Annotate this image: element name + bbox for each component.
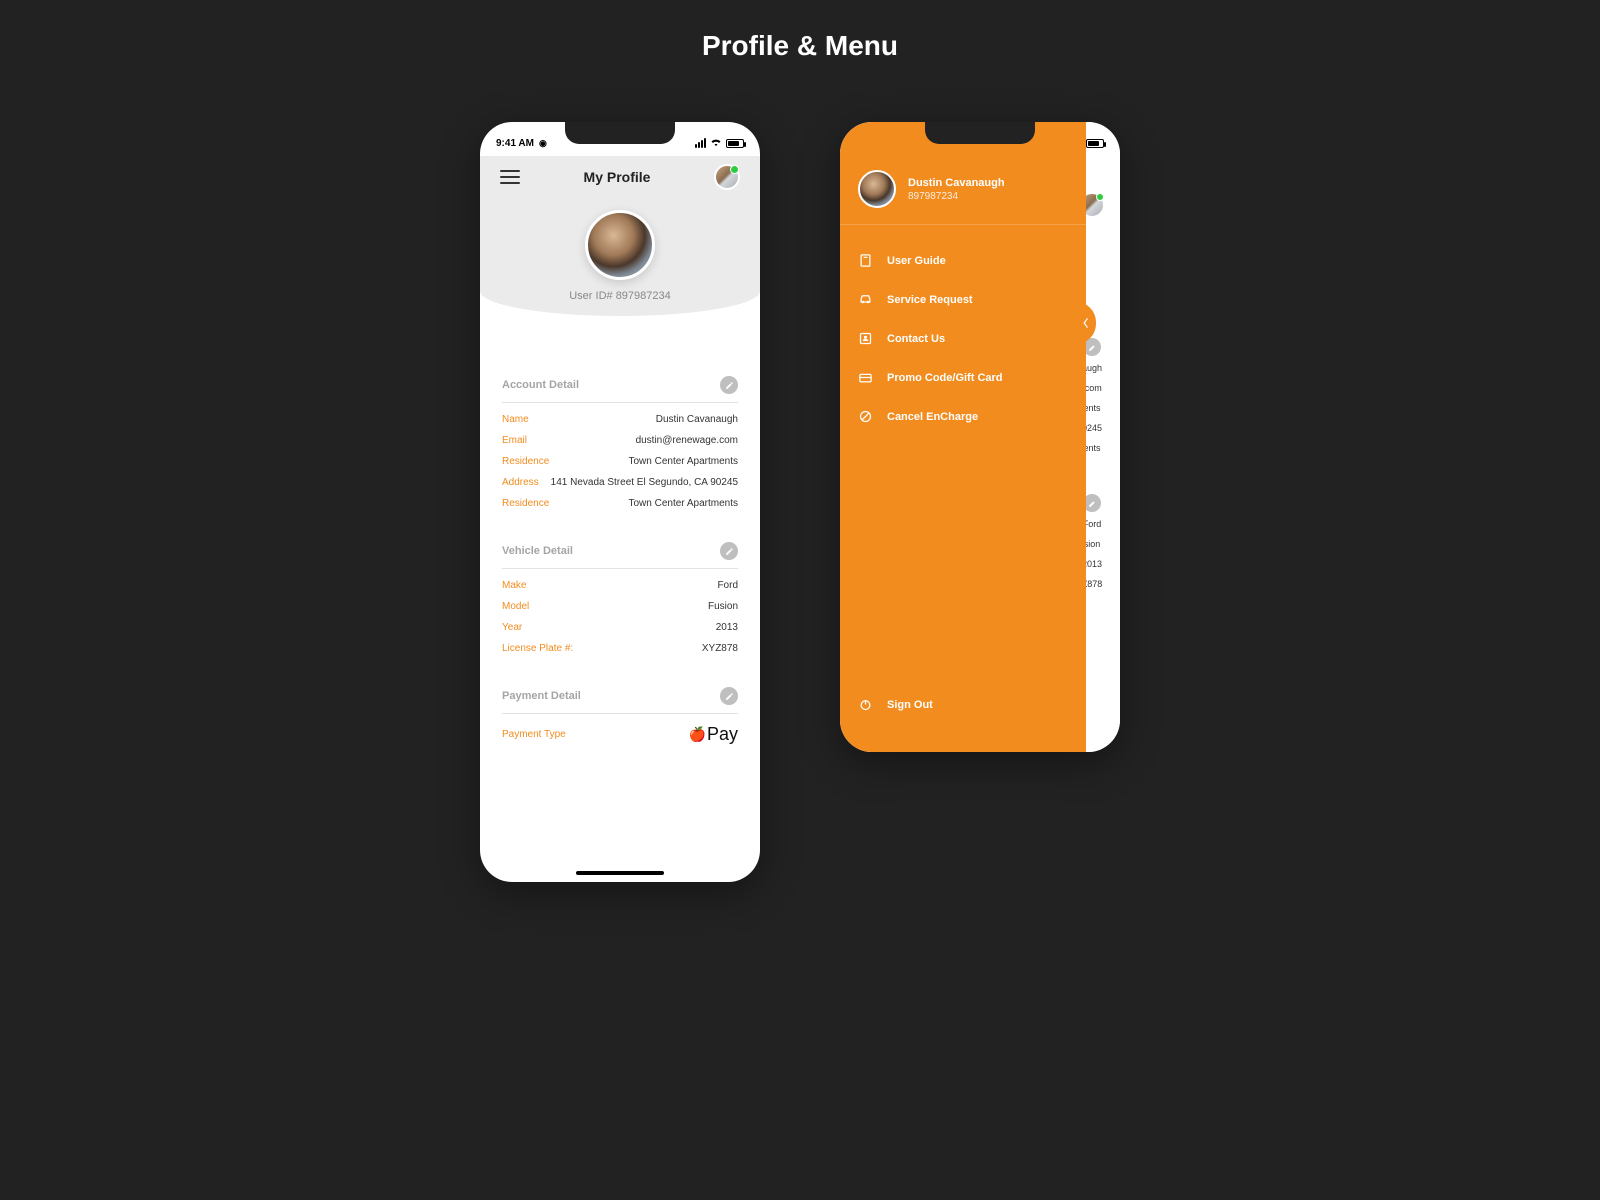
account-section: Account Detail NameDustin Cavanaugh Emai… [502, 370, 738, 532]
edit-vehicle-button[interactable] [720, 542, 738, 560]
detail-row: ModelFusion [502, 596, 738, 617]
detail-row: Emaildustin@renewage.com [502, 430, 738, 451]
menu-item-contact-us[interactable]: Contact Us [840, 319, 1086, 358]
payment-section: Payment Detail Payment Type 🍎Pay [502, 681, 738, 755]
apple-pay-logo: 🍎Pay [689, 724, 738, 745]
menu-item-label: Cancel EnCharge [887, 411, 978, 423]
menu-item-sign-out[interactable]: Sign Out [840, 687, 1086, 722]
apple-icon: 🍎 [689, 726, 706, 743]
detail-row: ResidenceTown Center Apartments [502, 451, 738, 472]
contact-icon [858, 331, 873, 346]
avatar-small[interactable] [714, 164, 740, 190]
menu-item-cancel[interactable]: Cancel EnCharge [840, 397, 1086, 436]
battery-icon [1086, 139, 1104, 148]
phones-row: 9:41 AM ◉ My Profile User ID# 897987234 [480, 122, 1120, 882]
menu-button[interactable] [500, 170, 520, 184]
menu-item-promo-code[interactable]: Promo Code/Gift Card [840, 358, 1086, 397]
profile-title: My Profile [584, 169, 651, 185]
gift-card-icon [858, 370, 873, 385]
power-icon [858, 697, 873, 712]
book-icon [858, 253, 873, 268]
menu-item-service-request[interactable]: Service Request [840, 280, 1086, 319]
battery-icon [726, 139, 744, 148]
account-title: Account Detail [502, 379, 579, 391]
avatar [858, 170, 896, 208]
profile-header: My Profile User ID# 897987234 [480, 156, 760, 356]
detail-row: Address141 Nevada Street El Segundo, CA … [502, 472, 738, 493]
peek-text: ents [1083, 440, 1100, 456]
vehicle-section: Vehicle Detail MakeFord ModelFusion Year… [502, 536, 738, 677]
menu-item-label: Contact Us [887, 333, 945, 345]
detail-row: ResidenceTown Center Apartments [502, 493, 738, 514]
menu-user-name: Dustin Cavanaugh [908, 177, 1005, 189]
peek-text: sion [1084, 536, 1101, 552]
detail-row: NameDustin Cavanaugh [502, 409, 738, 430]
detail-row: Year2013 [502, 617, 738, 638]
status-time: 9:41 AM [496, 138, 534, 149]
menu-item-user-guide[interactable]: User Guide [840, 241, 1086, 280]
sign-out-label: Sign Out [887, 699, 933, 711]
phone-profile: 9:41 AM ◉ My Profile User ID# 897987234 [480, 122, 760, 882]
car-icon [858, 292, 873, 307]
home-indicator[interactable] [576, 871, 664, 875]
edit-payment-button[interactable] [720, 687, 738, 705]
menu-user[interactable]: Dustin Cavanaugh 897987234 [840, 140, 1086, 225]
menu-user-id: 897987234 [908, 191, 1005, 202]
vehicle-rows: MakeFord ModelFusion Year2013 License Pl… [502, 569, 738, 677]
cancel-icon [858, 409, 873, 424]
payment-title: Payment Detail [502, 690, 581, 702]
detail-row: MakeFord [502, 575, 738, 596]
payment-type-label: Payment Type [502, 729, 566, 740]
bear-icon: ◉ [539, 138, 547, 149]
signal-icon [695, 138, 706, 148]
account-rows: NameDustin Cavanaugh Emaildustin@renewag… [502, 403, 738, 532]
vehicle-title: Vehicle Detail [502, 545, 573, 557]
detail-row: License Plate #:XYZ878 [502, 638, 738, 659]
peek-text: ents [1083, 400, 1100, 416]
notch [925, 122, 1035, 144]
edit-account-button[interactable] [720, 376, 738, 394]
menu-item-label: Promo Code/Gift Card [887, 372, 1003, 384]
notch [565, 122, 675, 144]
menu-item-label: User Guide [887, 255, 946, 267]
phone-menu: 9:41 AM ◉ augh .com ents 0245 ents Ford [840, 122, 1120, 752]
menu-items: User Guide Service Request Contact Us Pr… [840, 225, 1086, 452]
avatar-large[interactable] [585, 210, 655, 280]
menu-panel: Dustin Cavanaugh 897987234 User Guide Se… [840, 122, 1086, 752]
user-id: User ID# 897987234 [569, 290, 671, 302]
menu-item-label: Service Request [887, 294, 973, 306]
page-title: Profile & Menu [702, 30, 898, 62]
wifi-icon [710, 137, 722, 149]
